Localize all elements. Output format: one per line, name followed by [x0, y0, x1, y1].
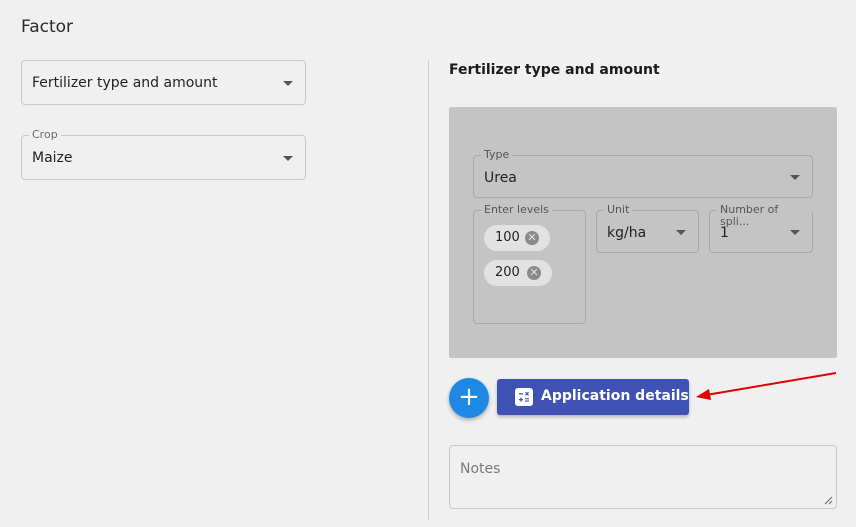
calculator-icon [515, 388, 533, 406]
splits-select-value: 1 [720, 225, 729, 241]
fertilizer-panel: Type Urea Enter levels 100 ✕ 200 ✕ Unit … [449, 107, 837, 358]
level-chip: 200 ✕ [484, 260, 552, 286]
application-details-button[interactable]: Application details [497, 379, 689, 415]
factor-select[interactable]: Fertilizer type and amount [21, 60, 306, 105]
chevron-down-icon [790, 230, 800, 235]
type-select[interactable]: Type Urea [473, 149, 813, 198]
chevron-down-icon [283, 81, 293, 86]
type-select-label: Type [481, 149, 513, 161]
crop-select[interactable]: Crop Maize [21, 129, 306, 180]
application-details-label: Application details [541, 388, 689, 404]
add-button[interactable]: + [449, 378, 489, 418]
levels-input-label: Enter levels [481, 204, 552, 216]
unit-select[interactable]: Unit kg/ha [596, 204, 699, 253]
section-title: Fertilizer type and amount [449, 62, 660, 78]
notes-field[interactable]: Notes [449, 445, 837, 509]
remove-chip-icon[interactable]: ✕ [525, 231, 539, 245]
column-divider [428, 60, 429, 520]
type-select-value: Urea [484, 170, 517, 186]
factor-select-value: Fertilizer type and amount [32, 75, 218, 91]
remove-chip-icon[interactable]: ✕ [527, 266, 541, 280]
resize-grip-icon[interactable] [824, 496, 833, 505]
level-chip: 100 ✕ [484, 225, 550, 251]
annotation-arrow [696, 372, 837, 400]
splits-select[interactable]: Number of spli... 1 [709, 204, 813, 253]
chevron-down-icon [676, 230, 686, 235]
notes-placeholder: Notes [460, 461, 501, 477]
level-chip-label: 100 [495, 230, 520, 245]
chevron-down-icon [283, 156, 293, 161]
page-title: Factor [21, 17, 74, 37]
levels-input[interactable]: Enter levels 100 ✕ 200 ✕ [473, 204, 586, 324]
crop-select-value: Maize [32, 150, 73, 166]
chevron-down-icon [790, 175, 800, 180]
unit-select-label: Unit [604, 204, 633, 216]
level-chip-label: 200 [495, 265, 520, 280]
crop-select-label: Crop [29, 129, 61, 141]
unit-select-value: kg/ha [607, 225, 647, 241]
splits-select-label: Number of spli... [717, 204, 812, 228]
